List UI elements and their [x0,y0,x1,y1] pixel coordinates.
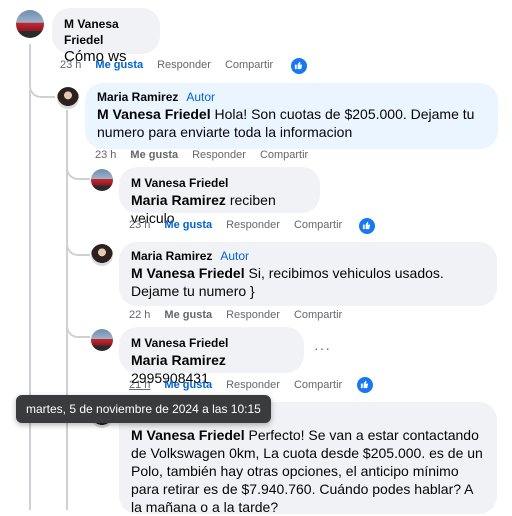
comment-bubble: Maria Ramirez Autor M Vanesa Friedel Hola… [85,83,498,149]
comment-actions: 23 h Me gusta Responder Compartir [95,149,322,161]
like-reaction-icon[interactable] [358,217,376,235]
avatar[interactable] [91,329,113,351]
timestamp[interactable]: 23 h [95,149,116,161]
mention-link[interactable]: M Vanesa Friedel [131,427,245,443]
comment-bubble: M Vanesa Friedel Cómo ws [52,8,160,65]
comment-actions: 23 h Me gusta Responder Compartir [129,219,356,231]
thread-line [29,90,31,510]
comment-author[interactable]: M Vanesa Friedel [131,335,292,351]
comment-text: M Vanesa Friedel Si, recibimos vehiculos… [131,265,444,299]
comment-actions: 23 h Me gusta Responder Compartir [60,59,287,71]
like-reaction-icon[interactable] [356,376,374,394]
share-button[interactable]: Compartir [260,149,308,161]
share-button[interactable]: Compartir [225,59,273,71]
reply-button[interactable]: Responder [226,219,280,231]
like-button[interactable]: Me gusta [130,149,178,161]
more-options-button[interactable]: ··· [314,340,331,356]
author-badge: Autor [186,90,216,104]
like-button[interactable]: Me gusta [164,379,212,391]
avatar[interactable] [16,10,44,38]
reply-button[interactable]: Responder [157,59,211,71]
comment-author[interactable]: M Vanesa Friedel [131,175,308,191]
share-button[interactable]: Compartir [294,309,342,321]
comment-actions: 22 h Me gusta Responder Compartir [129,309,356,321]
timestamp-tooltip: martes, 5 de noviembre de 2024 a las 10:… [16,395,271,423]
like-reaction-icon[interactable] [290,57,308,75]
avatar[interactable] [91,169,113,191]
comment-text: M Vanesa Friedel Perfecto! Se van a esta… [131,427,483,515]
thread-line [66,240,90,256]
mention-link[interactable]: M Vanesa Friedel [131,265,245,281]
timestamp[interactable]: 23 h [60,59,81,71]
thread-line [29,44,55,98]
comment-author[interactable]: Maria Ramirez [131,249,212,263]
comment-actions: 21 h Me gusta Responder Compartir [129,379,356,391]
reply-button[interactable]: Responder [226,309,280,321]
mention-link[interactable]: Maria Ramirez [131,352,226,368]
comment-bubble: Maria Ramirez Autor M Vanesa Friedel Si, … [119,242,497,306]
mention-link[interactable]: Maria Ramirez [131,192,226,208]
comment-author[interactable]: M Vanesa Friedel [64,16,148,48]
reply-button[interactable]: Responder [226,379,280,391]
comment-text: M Vanesa Friedel Hola! Son cuotas de $20… [97,106,475,140]
reply-button[interactable]: Responder [192,149,246,161]
avatar[interactable] [91,244,113,266]
thread-line [66,160,90,180]
like-button[interactable]: Me gusta [164,219,212,231]
comment-author[interactable]: Maria Ramirez [97,90,178,104]
comment-bubble: M Vanesa Friedel Maria Ramirez 299590843… [119,327,304,386]
like-button[interactable]: Me gusta [95,59,143,71]
thread-line [66,322,90,338]
avatar[interactable] [57,87,79,109]
author-badge: Autor [220,249,250,263]
timestamp[interactable]: 23 h [129,219,150,231]
timestamp[interactable]: 22 h [129,309,150,321]
share-button[interactable]: Compartir [294,379,342,391]
comment-bubble: M Vanesa Friedel Maria Ramirez reciben v… [119,167,320,226]
like-button[interactable]: Me gusta [164,309,212,321]
mention-link[interactable]: M Vanesa Friedel [97,106,211,122]
share-button[interactable]: Compartir [294,219,342,231]
timestamp[interactable]: 21 h [129,379,150,391]
